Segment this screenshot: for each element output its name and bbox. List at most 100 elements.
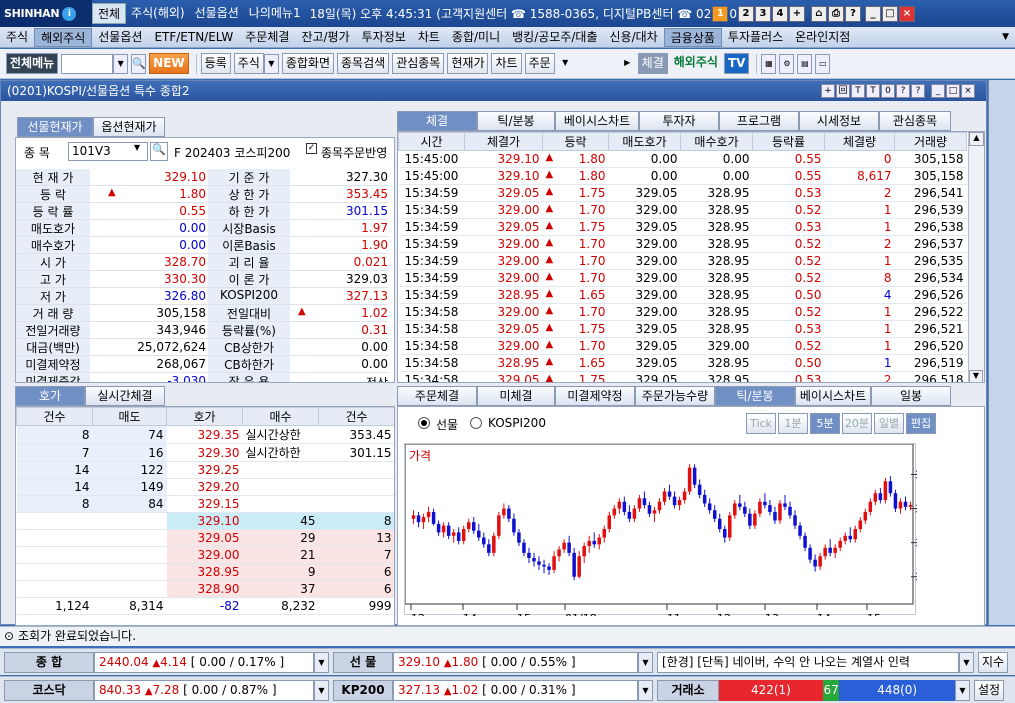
- chart-tab[interactable]: 주문체결: [397, 386, 477, 406]
- chevron-down-icon[interactable]: ▼: [638, 651, 653, 673]
- trades-tab[interactable]: 관심종목: [879, 111, 951, 131]
- chevron-down-icon[interactable]: ▼: [113, 53, 129, 74]
- trades-scrollbar[interactable]: ▲ ▼: [968, 132, 984, 382]
- help-icon[interactable]: ?: [844, 5, 861, 22]
- menu-overseas-stock[interactable]: 해외주식: [34, 27, 93, 47]
- bid-price[interactable]: 329.05: [166, 529, 243, 547]
- tab-option-price[interactable]: 옵션현재가: [93, 117, 165, 137]
- menu-invest-info[interactable]: 투자정보: [356, 28, 412, 47]
- menu-balance[interactable]: 잔고/평가: [295, 28, 355, 47]
- trade-row[interactable]: 15:34:59 329.05 ▲ 1.75 329.05 328.95 0.53 2 296,…: [398, 184, 967, 202]
- trade-row[interactable]: 15:34:58 329.05 ▲ 1.75 329.05 328.95 0.53 2 296,…: [398, 371, 967, 382]
- chevron-down-icon[interactable]: ▼: [314, 651, 329, 673]
- kospi200-radio[interactable]: [470, 417, 482, 429]
- stock-select[interactable]: 주식: [233, 53, 264, 74]
- bid-price[interactable]: 328.95: [166, 563, 243, 581]
- current-price-button[interactable]: 현재가: [447, 53, 489, 74]
- overseas-stock-button[interactable]: 해외주식: [671, 53, 721, 74]
- pin-icon[interactable]: ?: [896, 84, 910, 98]
- chart-tab[interactable]: 주문가능수량: [635, 386, 715, 406]
- chart-tab[interactable]: 미결제약정: [555, 386, 635, 406]
- tab-all[interactable]: 전체: [92, 3, 127, 24]
- trade-row[interactable]: 15:34:59 329.00 ▲ 1.70 329.00 328.95 0.52 8 296,…: [398, 269, 967, 287]
- ask-price[interactable]: 329.20: [166, 478, 243, 496]
- ask-price[interactable]: 329.30: [166, 443, 243, 462]
- menu-banking[interactable]: 뱅킹/공모주/대출: [506, 28, 603, 47]
- chevron-down-icon[interactable]: ▼: [134, 143, 140, 152]
- bid-price[interactable]: 328.90: [166, 580, 243, 598]
- chart-tab[interactable]: 미체결: [477, 386, 555, 406]
- settings-button[interactable]: 설정: [974, 679, 1005, 701]
- minimize-icon[interactable]: _: [864, 5, 881, 22]
- chart-tab[interactable]: 틱/분봉: [715, 386, 795, 406]
- tab-my-menu[interactable]: 나의메뉴1: [244, 2, 306, 25]
- trade-row[interactable]: 15:34:58 329.00 ▲ 1.70 329.05 329.00 0.52 1 296,…: [398, 337, 967, 355]
- close-icon[interactable]: ×: [961, 84, 975, 98]
- minimize-icon[interactable]: _: [931, 84, 945, 98]
- register-button[interactable]: 등록: [200, 53, 231, 74]
- bid-row[interactable]: 329.10 45 8: [16, 512, 394, 530]
- calculator-icon[interactable]: ▦: [761, 53, 777, 74]
- chart-tab[interactable]: 일봉: [871, 386, 951, 406]
- add-icon[interactable]: +: [821, 84, 835, 98]
- workspace-1-button[interactable]: 1: [712, 5, 729, 22]
- trade-row[interactable]: 15:34:59 329.00 ▲ 1.70 329.00 328.95 0.52 1 296,…: [398, 201, 967, 219]
- maximize-icon[interactable]: □: [881, 5, 898, 22]
- ask-price[interactable]: 329.35: [166, 425, 243, 444]
- trade-row[interactable]: 15:34:59 329.00 ▲ 1.70 329.00 328.95 0.52 2 296,…: [398, 235, 967, 253]
- font-icon[interactable]: T: [866, 84, 880, 98]
- chevron-down-icon[interactable]: ▼: [558, 54, 573, 74]
- period-button[interactable]: Tick: [746, 413, 776, 434]
- trade-row[interactable]: 15:34:58 329.00 ▲ 1.70 329.00 328.95 0.52 1 296,…: [398, 303, 967, 321]
- zero-icon[interactable]: 0: [881, 84, 895, 98]
- search-stock-button[interactable]: 종목검색: [337, 53, 390, 74]
- watchlist-button[interactable]: 관심종목: [392, 53, 445, 74]
- new-button[interactable]: NEW: [149, 53, 189, 74]
- chevron-down-icon[interactable]: ▼: [314, 679, 329, 701]
- order-button[interactable]: 주문: [524, 53, 555, 74]
- chevron-down-icon[interactable]: ▼: [263, 53, 279, 74]
- ask-row[interactable]: 7 16 329.30 실시간하한 301.15: [16, 443, 394, 462]
- menu-etf[interactable]: ETF/ETN/ELW: [148, 28, 239, 47]
- bid-row[interactable]: 328.90 37 6: [16, 580, 394, 598]
- bid-price[interactable]: 329.00: [166, 546, 243, 564]
- bid-row[interactable]: 328.95 9 6: [16, 563, 394, 581]
- link-icon[interactable]: 回: [836, 84, 850, 98]
- chevron-down-icon[interactable]: ▼: [969, 370, 983, 382]
- all-menu-button[interactable]: 전체메뉴: [6, 53, 59, 74]
- print-icon[interactable]: ⎙: [827, 5, 844, 22]
- trades-tab[interactable]: 투자자: [639, 111, 719, 131]
- workspace-3-button[interactable]: 3: [754, 5, 771, 22]
- menu-financial-products[interactable]: 금융상품: [663, 27, 722, 47]
- tab-orderbook[interactable]: 호가: [15, 386, 85, 406]
- tab-overseas-stock[interactable]: 주식(해외): [126, 2, 190, 25]
- bid-price[interactable]: 329.10: [166, 512, 243, 530]
- ask-row[interactable]: 14 149 329.20: [16, 478, 394, 496]
- layout-icon[interactable]: ▤: [797, 53, 813, 74]
- execution-button[interactable]: 체결: [637, 53, 668, 74]
- ask-row[interactable]: 8 74 329.35 실시간상한 353.45: [16, 425, 394, 444]
- workspace-4-button[interactable]: 4: [771, 5, 788, 22]
- chevron-right-icon[interactable]: ▶: [620, 54, 635, 74]
- tab-futures-options[interactable]: 선물옵션: [190, 2, 244, 25]
- menu-chart[interactable]: 차트: [412, 28, 446, 47]
- menu-more-icon[interactable]: ▼: [996, 28, 1015, 47]
- period-button[interactable]: 20분: [842, 413, 872, 434]
- period-button[interactable]: 5분: [810, 413, 840, 434]
- menu-orders[interactable]: 주문체결: [239, 28, 295, 47]
- ask-price[interactable]: 329.15: [166, 495, 243, 513]
- close-icon[interactable]: ×: [898, 5, 915, 22]
- bid-row[interactable]: 329.05 29 13: [16, 529, 394, 547]
- menu-credit[interactable]: 신용/대차: [604, 28, 664, 47]
- index-button[interactable]: 지수: [978, 651, 1009, 673]
- home-icon[interactable]: ⌂: [810, 5, 827, 22]
- chevron-down-icon[interactable]: ▼: [638, 679, 653, 701]
- news-ticker[interactable]: [한경] [단독] 네이버, 수익 안 나오는 계열사 인력: [657, 651, 959, 673]
- period-button[interactable]: 일별: [874, 413, 904, 434]
- trade-row[interactable]: 15:45:00 329.10 ▲ 1.80 0.00 0.00 0.55 8,617 305,…: [398, 167, 967, 185]
- help-icon[interactable]: ?: [911, 84, 925, 98]
- maximize-icon[interactable]: □: [946, 84, 960, 98]
- menu-mini[interactable]: 종합/미니: [446, 28, 506, 47]
- period-button[interactable]: 편집: [906, 413, 936, 434]
- chart-button[interactable]: 차트: [491, 53, 522, 74]
